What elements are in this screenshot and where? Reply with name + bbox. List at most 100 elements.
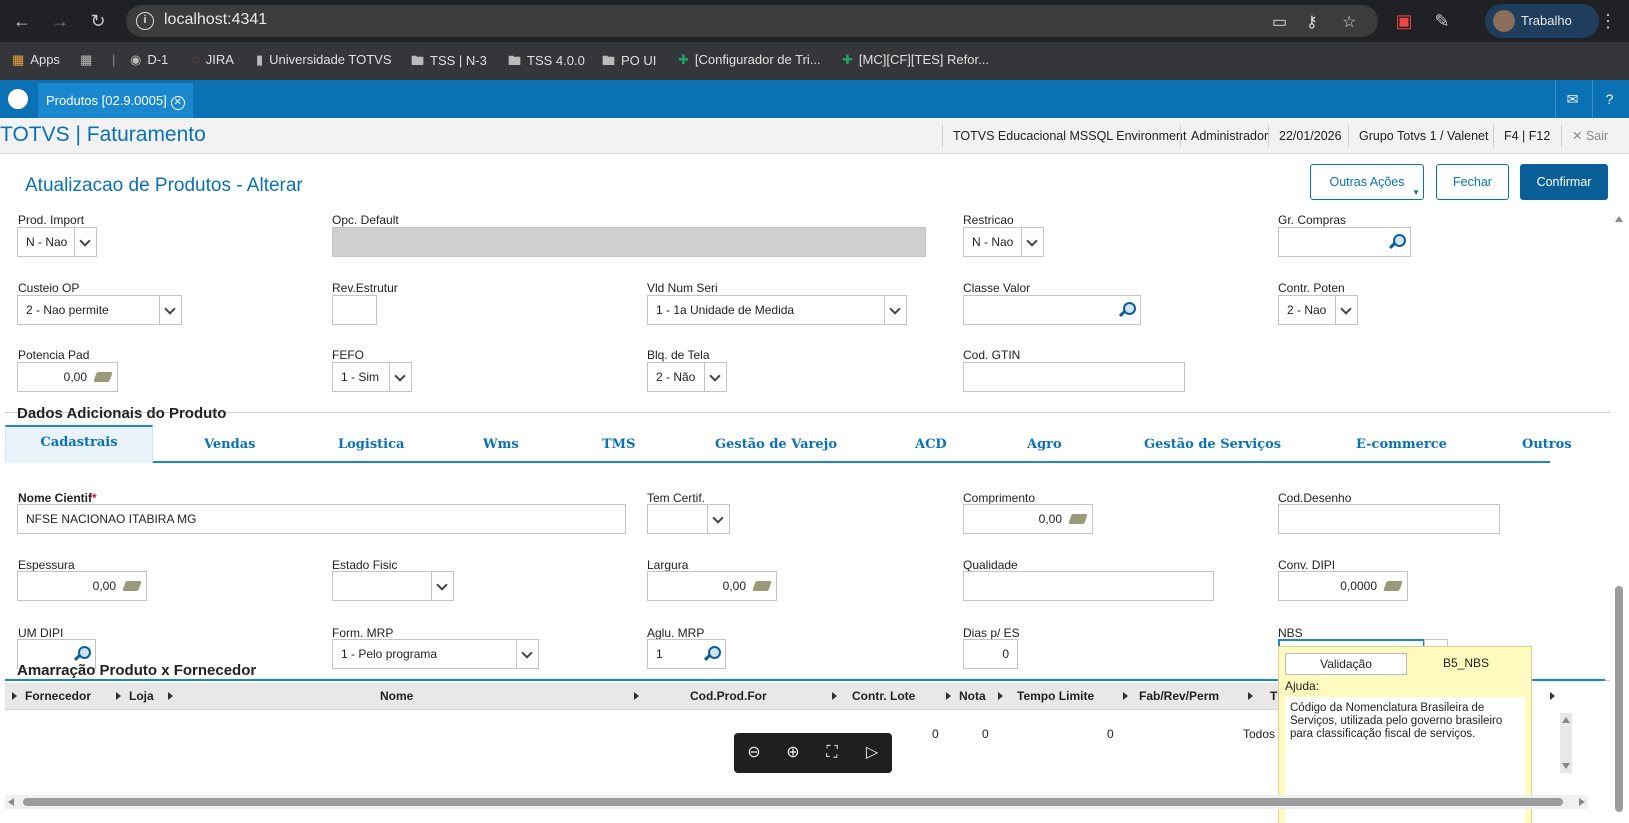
fefo-select[interactable]: 1 - Sim xyxy=(332,362,412,392)
form-mrp-select[interactable]: 1 - Pelo programa xyxy=(332,639,539,669)
vld-num-seri-select[interactable]: 1 - 1a Unidade de Medida xyxy=(647,295,907,325)
sort-arrow-icon[interactable] xyxy=(12,692,17,700)
confirmar-button[interactable]: Confirmar xyxy=(1520,164,1608,200)
tab-acd[interactable]: ACD xyxy=(915,437,947,452)
scroll-up-icon[interactable] xyxy=(1615,216,1623,222)
tab-gestao-servicos[interactable]: Gestão de Serviços xyxy=(1144,437,1281,452)
address-bar[interactable]: i localhost:4341 ▭ ⚷ ☆ xyxy=(126,5,1378,37)
back-icon[interactable]: ← xyxy=(10,9,34,33)
bookmark-po-ui[interactable]: 🖿 PO UI xyxy=(602,52,656,74)
site-info-icon[interactable]: i xyxy=(136,12,154,30)
espessura-input[interactable]: 0,00 xyxy=(17,571,147,601)
exit-button[interactable]: ✕ Sair xyxy=(1561,125,1608,147)
mail-icon[interactable]: ✉ xyxy=(1555,80,1589,118)
zoom-out-icon[interactable]: ⊖ xyxy=(742,741,766,765)
search-icon[interactable] xyxy=(73,645,91,663)
grid-vertical-scrollbar[interactable] xyxy=(1560,713,1572,773)
scroll-left-icon[interactable] xyxy=(8,798,14,806)
potencia-pad-input[interactable]: 0,00 xyxy=(17,362,118,392)
sort-arrow-icon[interactable] xyxy=(832,692,837,700)
tab-outros[interactable]: Outros xyxy=(1522,437,1572,452)
bookmark-universidade[interactable]: ▮ Universidade TOTVS xyxy=(256,52,392,68)
tab-produtos[interactable]: Produtos [02.9.0005] ✕ xyxy=(38,83,193,118)
custeio-op-select[interactable]: 2 - Nao permite xyxy=(17,295,182,325)
page-vertical-scrollbar[interactable] xyxy=(1613,216,1625,816)
grid-cell-t[interactable]: Todos xyxy=(1243,727,1275,741)
search-icon[interactable] xyxy=(703,645,721,663)
rev-estrutur-input[interactable] xyxy=(332,295,377,325)
cod-gtin-input[interactable] xyxy=(963,362,1185,392)
nome-cientif-input[interactable]: NFSE NACIONAO ITABIRA MG xyxy=(17,504,626,534)
col-nome[interactable]: Nome xyxy=(380,689,413,703)
menu-kebab-icon[interactable]: ⋮ xyxy=(1596,9,1620,33)
tab-cadastrais[interactable]: Cadastrais xyxy=(5,425,153,463)
sort-arrow-icon[interactable] xyxy=(1123,692,1128,700)
tem-certif-select[interactable] xyxy=(647,504,730,534)
sort-arrow-icon[interactable] xyxy=(116,692,121,700)
scroll-up-icon[interactable] xyxy=(1562,717,1570,723)
bookmark-jira[interactable]: ◌ JIRA xyxy=(192,52,234,67)
search-icon[interactable] xyxy=(1388,233,1406,251)
install-app-icon[interactable]: ▭ xyxy=(1272,12,1287,32)
restricao-select[interactable]: N - Nao xyxy=(963,227,1044,257)
cast-icon[interactable]: ▣ xyxy=(1392,9,1416,33)
presentation-icon[interactable]: ▷ xyxy=(860,741,884,765)
sort-arrow-icon[interactable] xyxy=(998,692,1003,700)
grid-cell-nota[interactable]: 0 xyxy=(982,727,989,741)
col-cod-prod-for[interactable]: Cod.Prod.For xyxy=(690,689,767,703)
col-fab-rev-perm[interactable]: Fab/Rev/Perm xyxy=(1139,689,1219,703)
outras-acoes-button[interactable]: Outras Ações ▼ xyxy=(1310,164,1424,200)
horizontal-scrollbar[interactable] xyxy=(5,795,1588,809)
col-contr-lote[interactable]: Contr. Lote xyxy=(852,689,915,703)
tab-agro[interactable]: Agro xyxy=(1027,437,1062,452)
tab-logistica[interactable]: Logistica xyxy=(338,437,404,452)
reload-icon[interactable]: ↻ xyxy=(86,9,110,33)
header-user[interactable]: Administrador xyxy=(1180,125,1268,147)
sort-arrow-icon[interactable] xyxy=(168,692,173,700)
bookmark-d1[interactable]: ◉ D-1 xyxy=(130,52,168,68)
tab-vendas[interactable]: Vendas xyxy=(204,437,255,452)
zoom-in-icon[interactable]: ⊕ xyxy=(781,741,805,765)
tab-e-commerce[interactable]: E-commerce xyxy=(1356,437,1447,452)
fit-screen-icon[interactable]: ⛶ xyxy=(820,741,844,765)
calculator-icon[interactable] xyxy=(1383,581,1403,591)
header-group[interactable]: Grupo Totvs 1 / Valenet xyxy=(1348,125,1488,147)
sort-arrow-icon[interactable] xyxy=(946,692,951,700)
conv-dipi-input[interactable]: 0,0000 xyxy=(1278,571,1408,601)
grid-cell-contr-lote[interactable]: 0 xyxy=(932,727,939,741)
help-icon[interactable]: ? xyxy=(1592,80,1626,118)
col-fornecedor[interactable]: Fornecedor xyxy=(25,689,91,703)
prod-import-select[interactable]: N - Nao xyxy=(17,227,97,257)
scroll-thumb[interactable] xyxy=(1615,586,1623,812)
search-icon[interactable] xyxy=(1118,301,1136,319)
bookmark-tss-400[interactable]: 🖿 TSS 4.0.0 xyxy=(508,52,585,74)
tab-wms[interactable]: Wms xyxy=(483,437,519,452)
scroll-right-icon[interactable] xyxy=(1579,798,1585,806)
bookmark-star-icon[interactable]: ☆ xyxy=(1342,12,1356,32)
sort-arrow-icon[interactable] xyxy=(1248,692,1253,700)
bookmark-grid[interactable]: ▦ xyxy=(80,52,98,68)
calculator-icon[interactable] xyxy=(752,581,772,591)
estado-fisic-select[interactable] xyxy=(332,571,454,601)
calculator-icon[interactable] xyxy=(1068,514,1088,524)
header-shortcut[interactable]: F4 | F12 xyxy=(1493,125,1550,147)
close-tab-icon[interactable]: ✕ xyxy=(170,96,185,110)
largura-input[interactable]: 0,00 xyxy=(647,571,777,601)
bookmark-tss-n3[interactable]: 🖿 TSS | N-3 xyxy=(411,52,487,74)
comprimento-input[interactable]: 0,00 xyxy=(963,504,1093,534)
profile-button[interactable]: Trabalho xyxy=(1485,4,1599,38)
cod-desenho-input[interactable] xyxy=(1278,504,1500,534)
dias-es-input[interactable]: 0 xyxy=(963,639,1018,669)
forward-icon[interactable]: → xyxy=(48,9,72,33)
tab-gestao-varejo[interactable]: Gestão de Varejo xyxy=(715,437,837,452)
bookmark-apps[interactable]: ▦ Apps xyxy=(12,52,60,68)
bookmark-mc-cf-tes[interactable]: ✚ [MC][CF][TES] Refor... xyxy=(842,52,989,68)
calculator-icon[interactable] xyxy=(93,372,113,382)
tab-tms[interactable]: TMS xyxy=(602,437,635,452)
gr-compras-input[interactable] xyxy=(1278,227,1411,257)
scroll-down-icon[interactable] xyxy=(1562,763,1570,769)
col-tempo-limite[interactable]: Tempo Limite xyxy=(1017,689,1094,703)
qualidade-input[interactable] xyxy=(963,571,1214,601)
col-nota[interactable]: Nota xyxy=(959,689,986,703)
col-loja[interactable]: Loja xyxy=(129,689,154,703)
